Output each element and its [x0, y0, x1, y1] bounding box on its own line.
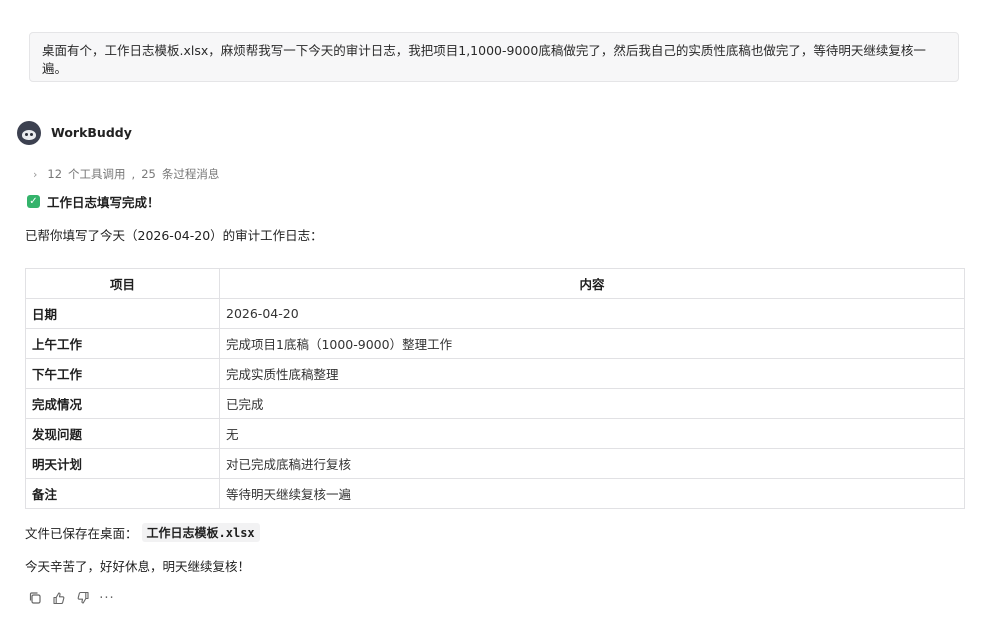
completion-label: 工作日志填写完成！: [47, 195, 160, 210]
tool-calls-summary[interactable]: › 12 个工具调用 , 25 条过程消息: [33, 166, 219, 182]
row-key: 发现问题: [25, 418, 220, 449]
saved-label: 文件已保存在桌面：: [25, 526, 138, 541]
table-row: 上午工作 完成项目1底稿（1000-9000）整理工作: [25, 328, 965, 359]
summary-separator: ,: [131, 167, 136, 181]
table-header-item: 项目: [25, 268, 220, 299]
user-message: 桌面有个，工作日志模板.xlsx，麻烦帮我写一下今天的审计日志，我把项目1,10…: [29, 32, 959, 82]
agent-header: WorkBuddy: [17, 120, 132, 145]
row-value: 无: [219, 418, 965, 449]
thumbs-down-icon[interactable]: [75, 590, 91, 606]
saved-note: 文件已保存在桌面： 工作日志模板.xlsx: [25, 523, 260, 542]
row-key: 完成情况: [25, 388, 220, 419]
row-value: 等待明天继续复核一遍: [219, 478, 965, 509]
message-count: 25: [141, 167, 156, 181]
agent-name: WorkBuddy: [51, 125, 132, 140]
copy-icon[interactable]: [27, 590, 43, 606]
row-value: 对已完成底稿进行复核: [219, 448, 965, 479]
row-key: 下午工作: [25, 358, 220, 389]
saved-filename: 工作日志模板.xlsx: [141, 523, 260, 542]
row-value: 完成项目1底稿（1000-9000）整理工作: [219, 328, 965, 359]
closing-text: 今天辛苦了，好好休息，明天继续复核！: [25, 559, 251, 574]
row-key: 上午工作: [25, 328, 220, 359]
tool-label: 个工具调用: [68, 167, 126, 181]
work-log-table: 项目 内容 日期 2026-04-20 上午工作 完成项目1底稿（1000-90…: [25, 268, 965, 509]
table-row: 备注 等待明天继续复核一遍: [25, 478, 965, 509]
message-actions: ···: [27, 590, 115, 606]
table-header-row: 项目 内容: [25, 268, 965, 299]
row-value: 2026-04-20: [219, 298, 965, 329]
intro-text: 已帮你填写了今天（2026-04-20）的审计工作日志：: [25, 228, 323, 243]
agent-avatar: [17, 120, 41, 145]
message-label: 条过程消息: [161, 167, 220, 181]
chevron-right-icon[interactable]: ›: [33, 168, 37, 181]
table-row: 发现问题 无: [25, 418, 965, 449]
table-row: 日期 2026-04-20: [25, 298, 965, 329]
row-key: 备注: [25, 478, 220, 509]
tool-count: 12: [47, 167, 63, 181]
thumbs-up-icon[interactable]: [51, 590, 67, 606]
more-options-icon[interactable]: ···: [99, 590, 115, 606]
table-row: 完成情况 已完成: [25, 388, 965, 419]
table-row: 下午工作 完成实质性底稿整理: [25, 358, 965, 389]
row-value: 完成实质性底稿整理: [219, 358, 965, 389]
row-key: 日期: [25, 298, 220, 329]
table-row: 明天计划 对已完成底稿进行复核: [25, 448, 965, 479]
check-icon: ✓: [27, 195, 40, 208]
table-header-content: 内容: [219, 268, 965, 299]
completion-status: ✓ 工作日志填写完成！: [27, 192, 160, 211]
row-value: 已完成: [219, 388, 965, 419]
row-key: 明天计划: [25, 448, 220, 479]
